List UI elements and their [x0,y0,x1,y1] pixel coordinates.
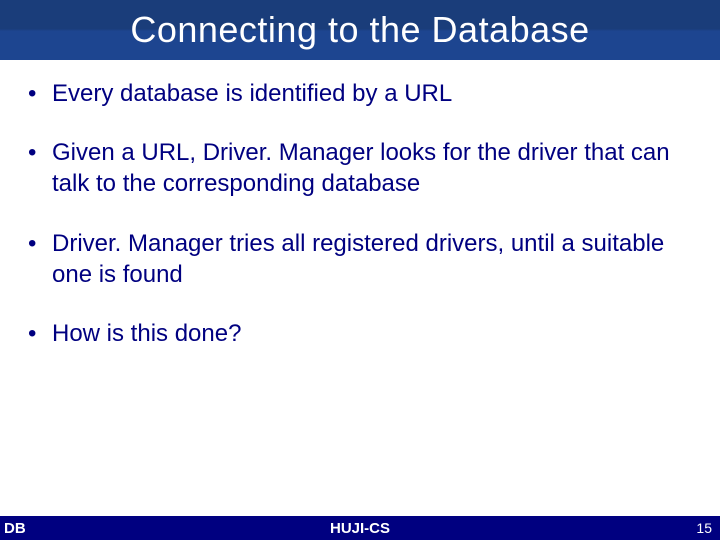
bullet-dot-icon: • [28,78,52,109]
slide-title: Connecting to the Database [130,9,589,51]
slide-content: • Every database is identified by a URL … [0,60,720,349]
bullet-item: • Driver. Manager tries all registered d… [28,228,692,290]
bullet-dot-icon: • [28,228,52,290]
bullet-text: Given a URL, Driver. Manager looks for t… [52,137,692,199]
bullet-item: • Every database is identified by a URL [28,78,692,109]
bullet-dot-icon: • [28,137,52,199]
slide-number: 15 [696,520,712,536]
bullet-dot-icon: • [28,318,52,349]
slide-footer: DB HUJI-CS 15 [0,516,720,540]
bullet-item: • Given a URL, Driver. Manager looks for… [28,137,692,199]
bullet-text: Driver. Manager tries all registered dri… [52,228,692,290]
bullet-text: Every database is identified by a URL [52,78,692,109]
footer-left-label: DB [4,520,26,537]
slide-header: Connecting to the Database [0,0,720,60]
bullet-item: • How is this done? [28,318,692,349]
footer-center-label: HUJI-CS [330,520,390,537]
bullet-text: How is this done? [52,318,692,349]
